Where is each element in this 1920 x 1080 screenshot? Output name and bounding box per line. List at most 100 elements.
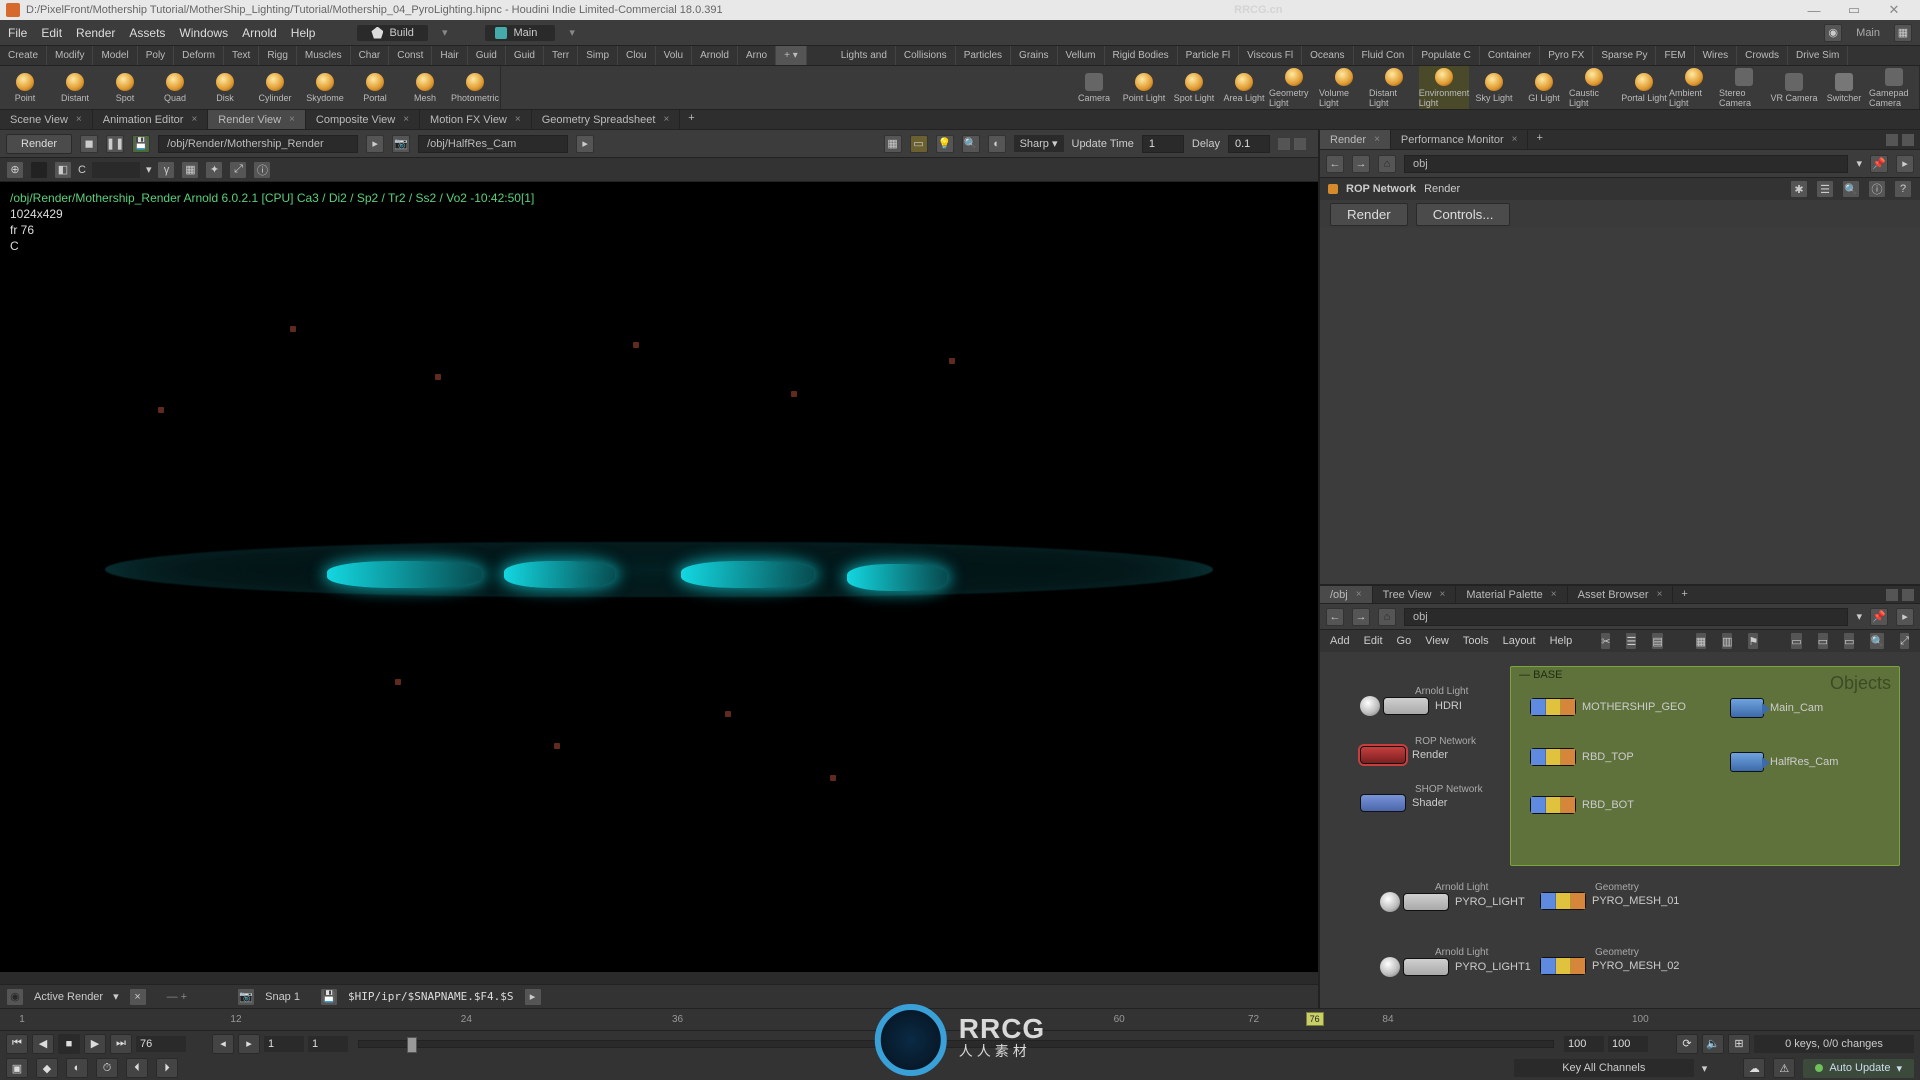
shelf-tab[interactable]: Deform <box>174 46 224 65</box>
pane-menu-icon[interactable] <box>1886 134 1898 146</box>
pane-menu-icon[interactable] <box>1886 589 1898 601</box>
key-icon[interactable]: ◆ <box>36 1058 58 1078</box>
cam-icon[interactable]: 📷 <box>392 135 410 153</box>
filter-icon[interactable]: ☰ <box>1816 180 1834 198</box>
region-icon[interactable]: ▭ <box>910 135 928 153</box>
shelf-tab[interactable]: Rigid Bodies <box>1105 46 1178 65</box>
tool-vrcam[interactable]: VR Camera <box>1769 66 1819 109</box>
fwd-icon[interactable]: → <box>1352 608 1370 626</box>
folder-icon[interactable]: ▭ <box>1843 632 1855 650</box>
help-icon[interactable]: ? <box>1894 180 1912 198</box>
tab-scene-view[interactable]: Scene View× <box>0 110 93 129</box>
shelf-tab[interactable]: Fluid Con <box>1354 46 1414 65</box>
preview-icon[interactable]: ▦ <box>884 135 902 153</box>
cloud-icon[interactable]: ☁ <box>1743 1058 1765 1078</box>
warn-icon[interactable]: ⚠ <box>1773 1058 1795 1078</box>
snap-cam-icon[interactable]: 📷 <box>237 988 255 1006</box>
parm-obj-path[interactable]: obj <box>1404 155 1848 173</box>
shelf-tab[interactable]: Hair <box>432 46 467 65</box>
desktop-main[interactable]: Main <box>485 25 555 41</box>
shelf-tab[interactable]: Char <box>351 46 390 65</box>
scope-icon[interactable]: ◐ <box>66 1058 88 1078</box>
desktop-build[interactable]: Build <box>357 25 427 41</box>
end-frame[interactable]: 100 <box>1608 1036 1648 1052</box>
jump-icon[interactable]: ▸ <box>1896 608 1914 626</box>
back-icon[interactable]: ← <box>1326 608 1344 626</box>
network-path[interactable]: obj <box>1404 608 1848 626</box>
shelf-tab[interactable]: Grains <box>1011 46 1057 65</box>
jump-icon[interactable]: ▸ <box>1896 155 1914 173</box>
snap-save-icon[interactable]: 💾 <box>320 988 338 1006</box>
tab-composite-view[interactable]: Composite View× <box>306 110 420 129</box>
network-canvas[interactable]: — BASE Objects Arnold Light HDRI ROP Net… <box>1320 652 1920 1008</box>
timeline[interactable]: 1 12 24 36 48 60 72 84 100 76 <box>0 1009 1920 1031</box>
shelf-tab[interactable]: Clou <box>618 46 656 65</box>
shelf-tab[interactable]: Wires <box>1695 46 1738 65</box>
gear-icon[interactable]: ✱ <box>1790 180 1808 198</box>
nw-menu-view[interactable]: View <box>1425 635 1449 647</box>
shelf-tab[interactable]: Arnold <box>692 46 738 65</box>
tab-asset-browser[interactable]: Asset Browser× <box>1568 586 1674 603</box>
node-mothership-geo[interactable]: MOTHERSHIP_GEO <box>1530 698 1686 716</box>
node-hdri[interactable]: HDRI <box>1360 696 1462 716</box>
bg-icon[interactable]: ▦ <box>181 161 199 179</box>
tool-quad[interactable]: Quad <box>150 66 200 109</box>
last-frame-button[interactable]: ⏭ <box>110 1034 132 1054</box>
palette-icon[interactable]: ▭ <box>1790 632 1802 650</box>
keys-disp-icon[interactable]: ⊞ <box>1728 1034 1750 1054</box>
info-icon[interactable]: ⓘ <box>1868 180 1886 198</box>
tab-add[interactable]: + <box>1673 586 1695 603</box>
snap-browse-icon[interactable]: ▸ <box>524 988 542 1006</box>
shelf-tab[interactable]: Arno <box>738 46 776 65</box>
prev-key-button[interactable]: ⏴ <box>126 1058 148 1078</box>
maximize-button[interactable]: ▭ <box>1834 1 1874 19</box>
node-main-cam[interactable]: Main_Cam <box>1730 698 1823 718</box>
tool-arealight[interactable]: Area Light <box>1219 66 1269 109</box>
nw-menu-layout[interactable]: Layout <box>1503 635 1536 647</box>
node-pyro-light[interactable]: PYRO_LIGHT <box>1380 892 1525 912</box>
snap-path[interactable]: $HIP/ipr/$SNAPNAME.$F4.$S <box>348 990 514 1003</box>
search-icon[interactable]: 🔍 <box>1842 180 1860 198</box>
channel-c[interactable]: C <box>78 164 86 176</box>
node-pyro-mesh-01[interactable]: PYRO_MESH_01 <box>1540 892 1679 910</box>
node-pyro-mesh-02[interactable]: PYRO_MESH_02 <box>1540 957 1679 975</box>
menu-edit[interactable]: Edit <box>41 26 62 40</box>
channel-field[interactable] <box>92 162 140 178</box>
range-end[interactable]: 100 <box>1564 1036 1604 1052</box>
home-icon[interactable]: ⌂ <box>1378 155 1396 173</box>
play-button[interactable]: ▶ <box>84 1034 106 1054</box>
tool-cylinder[interactable]: Cylinder <box>250 66 300 109</box>
frame-field[interactable]: 76 <box>136 1036 186 1052</box>
pin-icon[interactable]: 📌 <box>1870 608 1888 626</box>
tool-skydome[interactable]: Skydome <box>300 66 350 109</box>
tab-add[interactable]: + <box>1528 130 1550 149</box>
node-rbd-bot[interactable]: RBD_BOT <box>1530 796 1634 814</box>
tool-stereocam[interactable]: Stereo Camera <box>1719 66 1769 109</box>
tool-mesh[interactable]: Mesh <box>400 66 450 109</box>
tool-pointlight[interactable]: Point Light <box>1119 66 1169 109</box>
shelf-tab[interactable]: Volu <box>656 46 692 65</box>
scissors-icon[interactable]: ✂ <box>1600 632 1611 650</box>
stop-button[interactable]: ■ <box>58 1034 80 1054</box>
doc-icon[interactable]: ▤ <box>1651 632 1663 650</box>
tool-spotlight[interactable]: Spot Light <box>1169 66 1219 109</box>
tool-ambientlight[interactable]: Ambient Light <box>1669 66 1719 109</box>
gamma-icon[interactable]: γ <box>157 161 175 179</box>
minimize-button[interactable]: — <box>1794 1 1834 19</box>
node-halfres-cam[interactable]: HalfRes_Cam <box>1730 752 1838 772</box>
menu-help[interactable]: Help <box>291 26 316 40</box>
tab-tree-view[interactable]: Tree View× <box>1373 586 1457 603</box>
next-key-button[interactable]: ⏵ <box>156 1058 178 1078</box>
menu-file[interactable]: File <box>8 26 27 40</box>
shelf-tab[interactable]: Poly <box>138 46 174 65</box>
stop-icon[interactable]: ◼ <box>80 135 98 153</box>
back-icon[interactable]: ← <box>1326 155 1344 173</box>
clock-icon[interactable]: ⏱ <box>96 1058 118 1078</box>
tool-spot[interactable]: Spot <box>100 66 150 109</box>
shelf-tab[interactable]: Populate C <box>1413 46 1479 65</box>
maximize-icon[interactable] <box>1902 589 1914 601</box>
bulb-icon[interactable]: 💡 <box>936 135 954 153</box>
tool-disk[interactable]: Disk <box>200 66 250 109</box>
node-pyro-light1[interactable]: PYRO_LIGHT1 <box>1380 957 1531 977</box>
tool-photometric[interactable]: Photometric <box>450 66 500 109</box>
